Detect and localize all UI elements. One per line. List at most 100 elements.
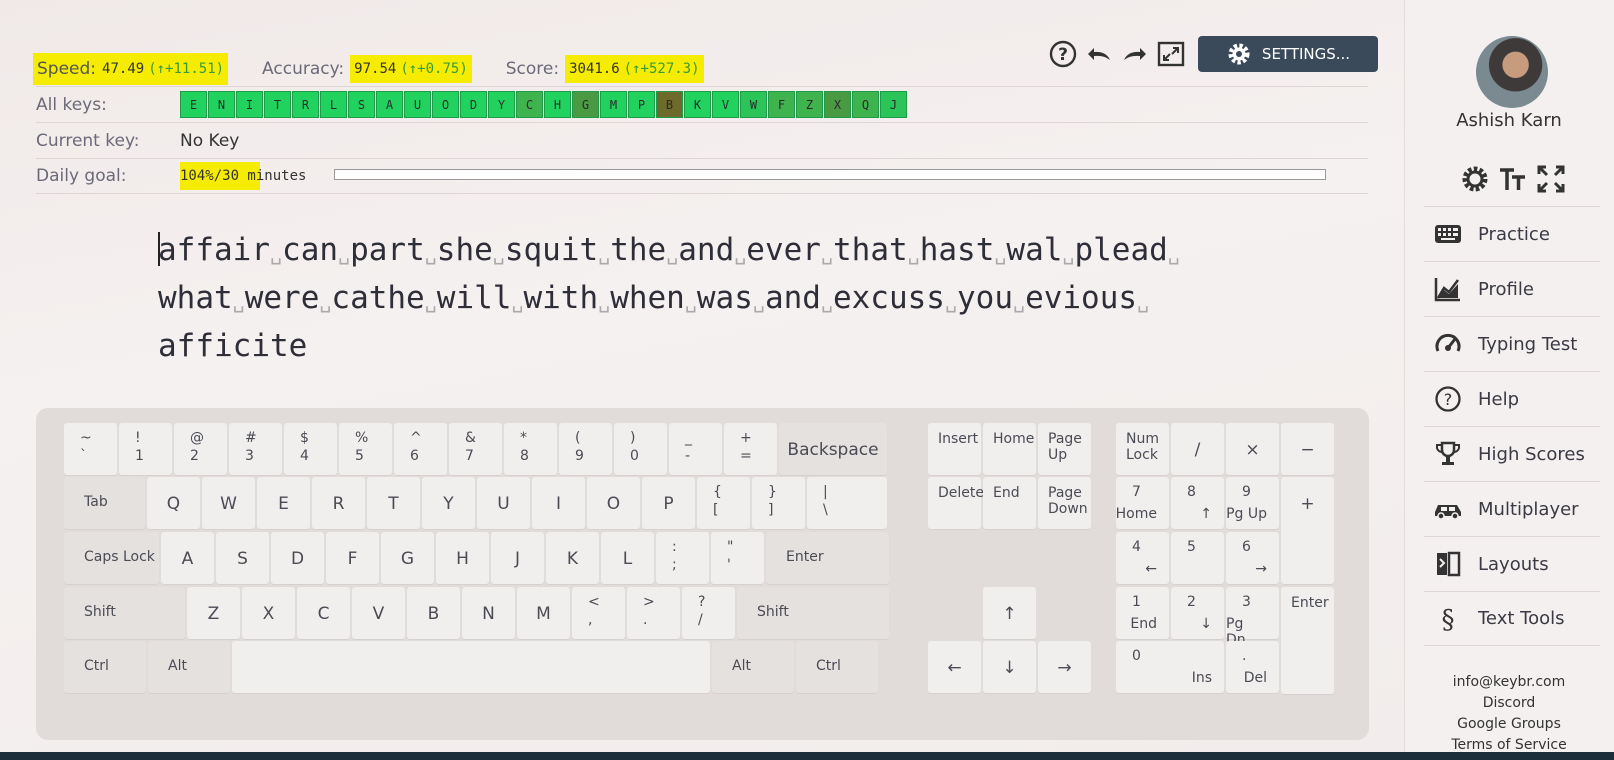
key-11[interactable]: _ - bbox=[669, 423, 722, 476]
key-sym2-1[interactable]: }] bbox=[752, 477, 805, 530]
key-s[interactable]: S bbox=[216, 532, 269, 585]
key-num-4[interactable]: 4 ← bbox=[1116, 532, 1169, 585]
key-chip-b[interactable]: B bbox=[656, 91, 683, 118]
key-alt-right[interactable]: Alt bbox=[712, 641, 794, 694]
key-delete[interactable]: Delete bbox=[928, 477, 984, 530]
key-chip-j[interactable]: J bbox=[880, 91, 907, 118]
key-0[interactable]: ~ ` bbox=[64, 423, 117, 476]
key-i[interactable]: I bbox=[532, 477, 585, 530]
key-enter[interactable]: Enter bbox=[766, 532, 889, 585]
key-sym3-0[interactable]: :; bbox=[656, 532, 709, 585]
sidebar-item-help[interactable]: ? Help bbox=[1424, 371, 1600, 426]
key-chip-h[interactable]: H bbox=[544, 91, 571, 118]
key-chip-i[interactable]: I bbox=[236, 91, 263, 118]
key-1[interactable]: ! 1 bbox=[119, 423, 172, 476]
key-6[interactable]: ^ 6 bbox=[394, 423, 447, 476]
key-k[interactable]: K bbox=[546, 532, 599, 585]
key-chip-g[interactable]: G bbox=[572, 91, 599, 118]
key-chip-m[interactable]: M bbox=[600, 91, 627, 118]
key-chip-x[interactable]: X bbox=[824, 91, 851, 118]
expand-icon[interactable] bbox=[1536, 164, 1566, 198]
key-chip-n[interactable]: N bbox=[208, 91, 235, 118]
key-chip-p[interactable]: P bbox=[628, 91, 655, 118]
key-chip-v[interactable]: V bbox=[712, 91, 739, 118]
key-num-enter[interactable]: Enter bbox=[1281, 587, 1334, 695]
key-t[interactable]: T bbox=[367, 477, 420, 530]
key-q[interactable]: Q bbox=[147, 477, 200, 530]
key-9[interactable]: (9 bbox=[559, 423, 612, 476]
footer-link[interactable]: Discord bbox=[1404, 693, 1614, 714]
key-num-plus[interactable]: + bbox=[1281, 477, 1334, 585]
key-chip-d[interactable]: D bbox=[460, 91, 487, 118]
key-chip-y[interactable]: Y bbox=[488, 91, 515, 118]
key-x[interactable]: X bbox=[242, 587, 295, 640]
key-ctrl-right[interactable]: Ctrl bbox=[796, 641, 878, 694]
key-shift-left[interactable]: Shift bbox=[64, 587, 185, 640]
key-b[interactable]: B bbox=[407, 587, 460, 640]
key-8[interactable]: * 8 bbox=[504, 423, 557, 476]
key-chip-f[interactable]: F bbox=[768, 91, 795, 118]
key-num-0[interactable]: 0 Ins bbox=[1116, 641, 1224, 694]
font-size-icon[interactable] bbox=[1498, 164, 1528, 198]
key-sym4-2[interactable]: ? / bbox=[682, 587, 735, 640]
key-num-mul[interactable]: × bbox=[1226, 423, 1279, 476]
undo-icon[interactable] bbox=[1082, 37, 1116, 71]
key-z[interactable]: Z bbox=[187, 587, 240, 640]
key-backspace[interactable]: Backspace bbox=[779, 423, 887, 476]
key-g[interactable]: G bbox=[381, 532, 434, 585]
key-j[interactable]: J bbox=[491, 532, 544, 585]
key-e[interactable]: E bbox=[257, 477, 310, 530]
key-sym3-1[interactable]: " ' bbox=[711, 532, 764, 585]
key-shift-right[interactable]: Shift bbox=[737, 587, 889, 640]
key-r[interactable]: R bbox=[312, 477, 365, 530]
sidebar-item-layouts[interactable]: Layouts bbox=[1424, 536, 1600, 591]
key-num-9[interactable]: 9 Pg Up bbox=[1226, 477, 1279, 530]
key-home[interactable]: Home bbox=[983, 423, 1036, 476]
key-arrow-left[interactable]: ← bbox=[928, 641, 981, 694]
key-w[interactable]: W bbox=[202, 477, 255, 530]
key-chip-z[interactable]: Z bbox=[796, 91, 823, 118]
key-num-1[interactable]: 1 End bbox=[1116, 587, 1169, 640]
key-p[interactable]: P bbox=[642, 477, 695, 530]
key-sym2-0[interactable]: {[ bbox=[697, 477, 750, 530]
sidebar-item-high-scores[interactable]: High Scores bbox=[1424, 426, 1600, 481]
key-3[interactable]: #3 bbox=[229, 423, 282, 476]
key-num-3[interactable]: 3 Pg Dn bbox=[1226, 587, 1279, 648]
theme-icon[interactable] bbox=[1460, 164, 1490, 198]
key-insert[interactable]: Insert bbox=[928, 423, 981, 476]
key-num-6[interactable]: 6 → bbox=[1226, 532, 1279, 585]
key-arrow-up[interactable]: ↑ bbox=[983, 587, 1036, 640]
question-circle-icon[interactable]: ? bbox=[1046, 37, 1080, 71]
key-l[interactable]: L bbox=[601, 532, 654, 585]
user-name[interactable]: Ashish Karn bbox=[1404, 110, 1614, 131]
key-tab[interactable]: Tab bbox=[64, 477, 145, 530]
key-chip-s[interactable]: S bbox=[348, 91, 375, 118]
key-chip-q[interactable]: Q bbox=[852, 91, 879, 118]
sidebar-item-practice[interactable]: Practice bbox=[1424, 206, 1600, 261]
key-num-div[interactable]: / bbox=[1171, 423, 1224, 476]
key-chip-u[interactable]: U bbox=[404, 91, 431, 118]
footer-link[interactable]: info@keybr.com bbox=[1404, 672, 1614, 693]
footer-link[interactable]: Google Groups bbox=[1404, 714, 1614, 735]
key-chip-r[interactable]: R bbox=[292, 91, 319, 118]
key-num-dot[interactable]: . Del bbox=[1226, 641, 1279, 694]
key-a[interactable]: A bbox=[161, 532, 214, 585]
key-5[interactable]: % 5 bbox=[339, 423, 392, 476]
key-chip-c[interactable]: C bbox=[516, 91, 543, 118]
key-sym2-2[interactable]: | \ bbox=[807, 477, 887, 530]
key-m[interactable]: M bbox=[517, 587, 570, 640]
key-u[interactable]: U bbox=[477, 477, 530, 530]
sidebar-item-text-tools[interactable]: § Text Tools bbox=[1424, 591, 1600, 646]
sidebar-item-multiplayer[interactable]: Multiplayer bbox=[1424, 481, 1600, 536]
key-arrow-right[interactable]: → bbox=[1038, 641, 1091, 694]
key-chip-e[interactable]: E bbox=[180, 91, 207, 118]
key-v[interactable]: V bbox=[352, 587, 405, 640]
redo-icon[interactable] bbox=[1118, 37, 1152, 71]
key-12[interactable]: + = bbox=[724, 423, 777, 476]
key-chip-t[interactable]: T bbox=[264, 91, 291, 118]
key-page-down[interactable]: Page Down bbox=[1038, 477, 1091, 530]
sidebar-item-profile[interactable]: Profile bbox=[1424, 261, 1600, 316]
key-num-2[interactable]: 2 ↓ bbox=[1171, 587, 1224, 640]
key-end[interactable]: End bbox=[983, 477, 1036, 530]
key-alt-left[interactable]: Alt bbox=[148, 641, 230, 694]
